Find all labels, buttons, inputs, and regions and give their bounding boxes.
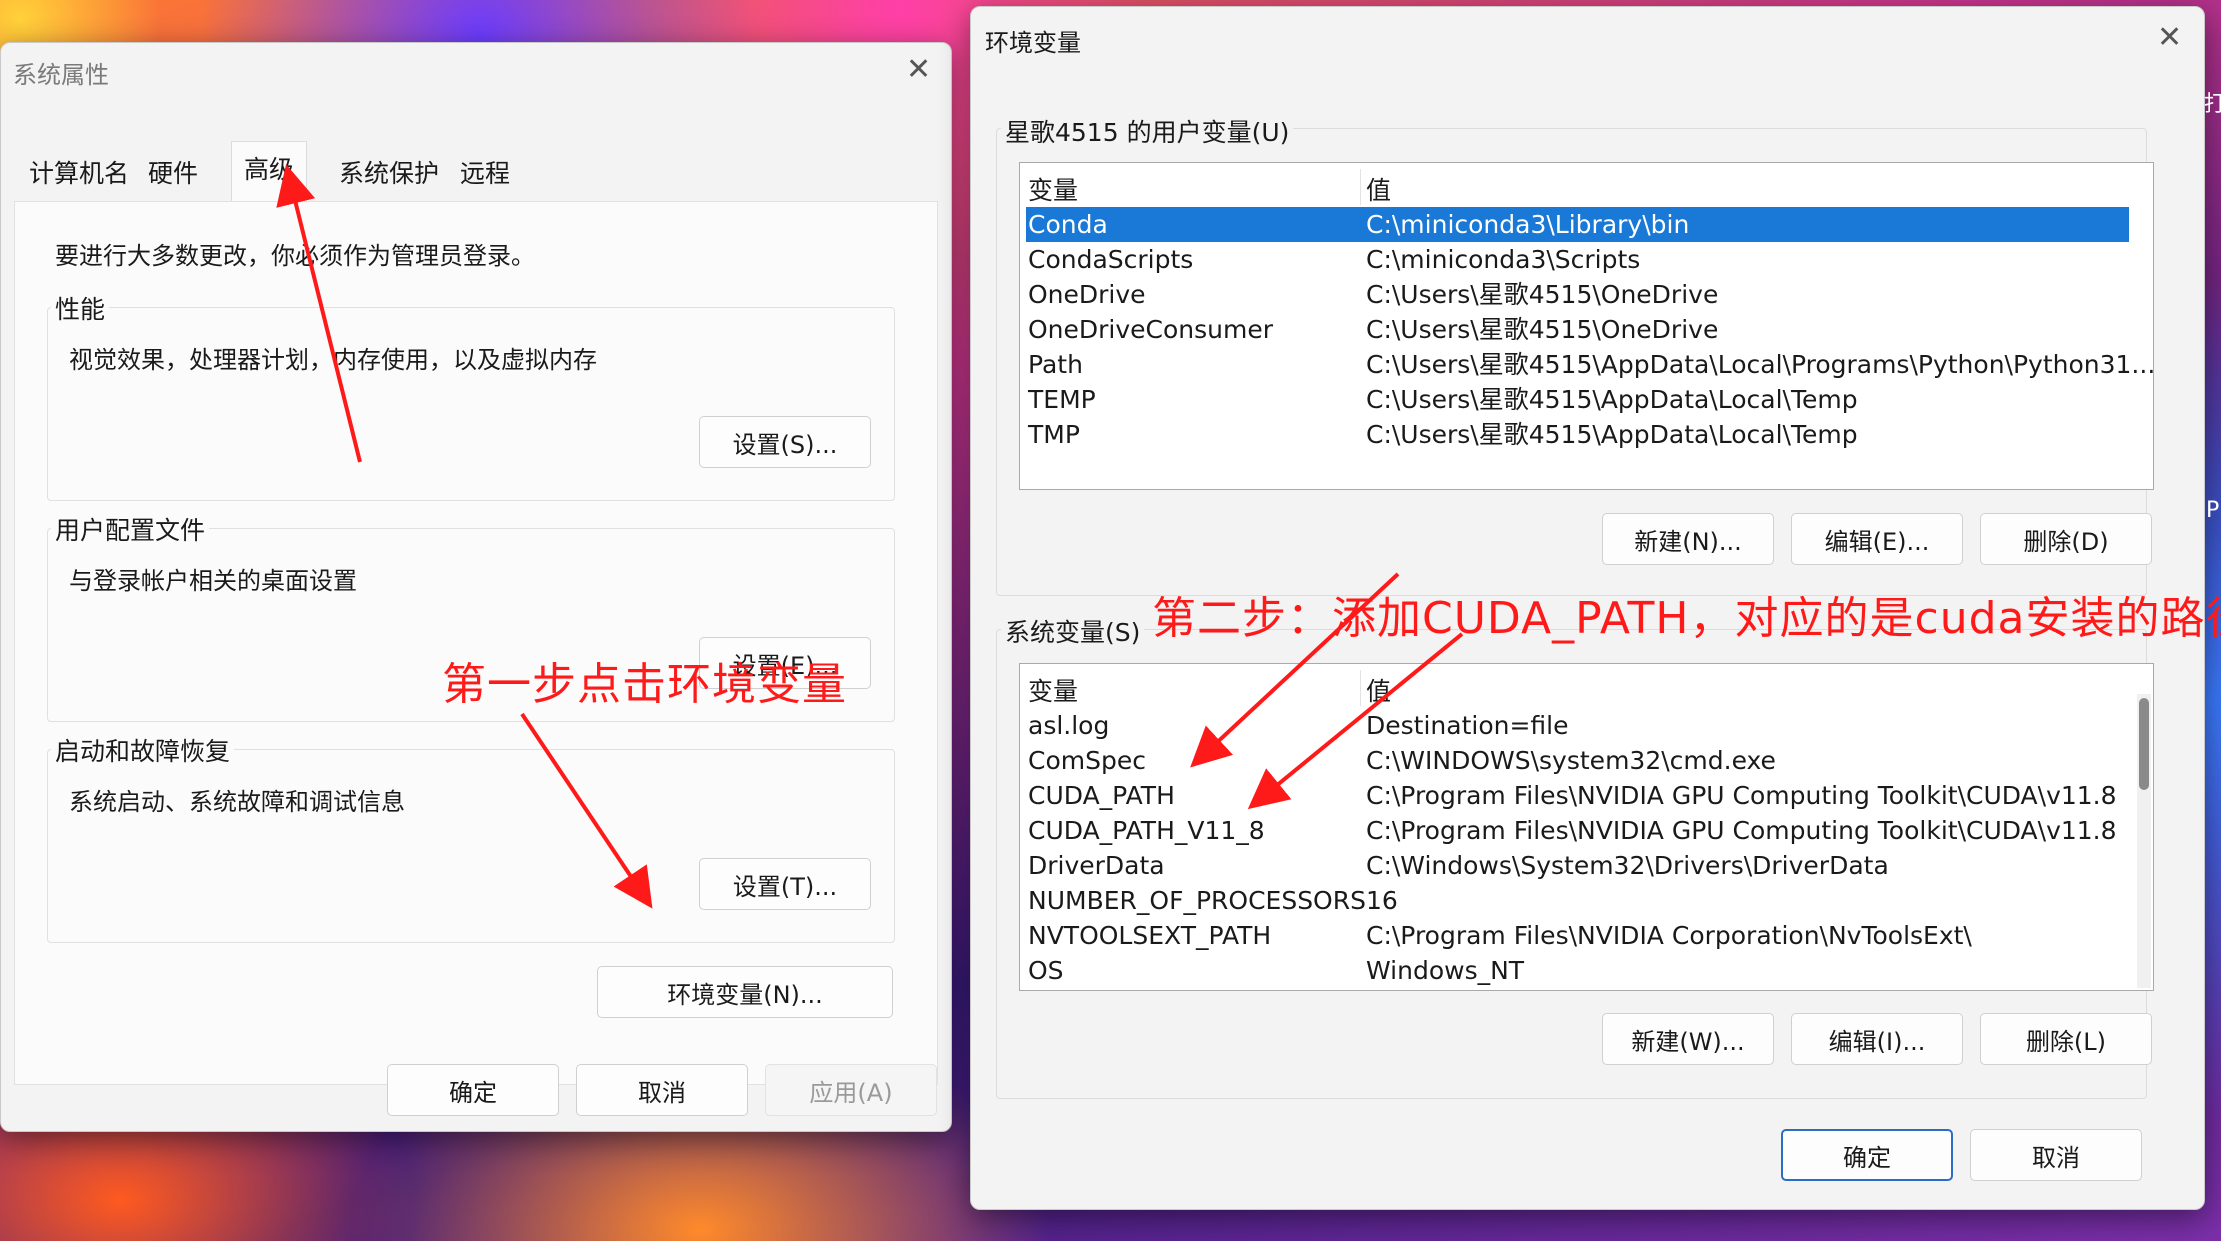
arrow-to-cuda-path-v11-8 xyxy=(1247,632,1464,810)
annotation-arrows xyxy=(276,164,1464,909)
arrow-to-cuda-path xyxy=(1190,572,1400,768)
arrow-to-advanced-tab xyxy=(276,164,362,463)
arrow-to-env-button xyxy=(520,712,653,909)
